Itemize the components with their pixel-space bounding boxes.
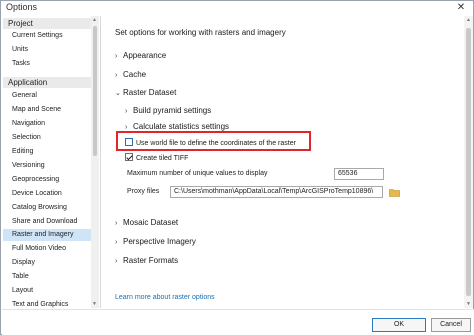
chevron-right-icon: ›	[115, 220, 118, 227]
learn-more-link[interactable]: Learn more about raster options	[115, 294, 215, 301]
sidebar-item-table[interactable]: Table	[3, 271, 92, 283]
sidebar-scrollbar[interactable]: ▲ ▼	[91, 16, 99, 308]
scroll-down-icon[interactable]: ▼	[92, 301, 97, 307]
chevron-right-icon: ›	[115, 258, 118, 265]
tiled-tiff-checkbox[interactable]	[125, 153, 133, 161]
section-label: Raster Dataset	[123, 88, 177, 97]
proxy-files-label: Proxy files	[127, 188, 160, 195]
chevron-right-icon: ›	[125, 124, 128, 131]
sidebar-group-project: Project	[3, 18, 92, 29]
highlight-box	[116, 131, 311, 151]
sidebar-item-map-and-scene[interactable]: Map and Scene	[3, 104, 92, 116]
max-unique-values-input[interactable]: 65536	[334, 168, 384, 180]
section-raster-formats[interactable]: › Raster Formats	[115, 256, 178, 265]
section-mosaic-dataset[interactable]: › Mosaic Dataset	[115, 218, 178, 227]
sidebar-item-text-and-graphics[interactable]: Text and Graphics	[3, 299, 92, 308]
chevron-down-icon: ⌄	[115, 90, 121, 97]
page-title: Set options for working with rasters and…	[115, 28, 286, 37]
scroll-up-icon[interactable]: ▲	[92, 17, 97, 23]
section-label: Build pyramid settings	[133, 106, 212, 115]
folder-icon[interactable]	[389, 188, 400, 197]
sidebar-scroll-thumb[interactable]	[93, 26, 97, 156]
section-label: Mosaic Dataset	[123, 218, 179, 227]
scroll-up-icon[interactable]: ▲	[466, 17, 471, 23]
ok-button[interactable]: OK	[372, 318, 426, 332]
sidebar-item-units[interactable]: Units	[3, 44, 92, 56]
section-label: Appearance	[123, 51, 167, 60]
main-panel: Set options for working with rasters and…	[101, 16, 473, 308]
sidebar-item-selection[interactable]: Selection	[3, 132, 92, 144]
sidebar-item-versioning[interactable]: Versioning	[3, 160, 92, 172]
chevron-right-icon: ›	[125, 108, 128, 115]
sidebar-item-geoprocessing[interactable]: Geoprocessing	[3, 174, 92, 186]
main-scroll-thumb[interactable]	[466, 28, 471, 296]
sidebar-item-navigation[interactable]: Navigation	[3, 118, 92, 130]
sidebar-nav: Project Current Settings Units Tasks App…	[2, 16, 99, 308]
tiled-tiff-checkbox-row[interactable]: Create tiled TIFF	[125, 153, 188, 162]
sidebar-item-general[interactable]: General	[3, 90, 92, 102]
chevron-right-icon: ›	[115, 239, 118, 246]
sidebar-item-catalog-browsing[interactable]: Catalog Browsing	[3, 202, 92, 214]
section-cache[interactable]: › Cache	[115, 70, 146, 79]
sidebar-item-display[interactable]: Display	[3, 257, 92, 269]
section-build-pyramid[interactable]: › Build pyramid settings	[125, 106, 211, 115]
section-raster-dataset[interactable]: ⌄ Raster Dataset	[115, 88, 176, 97]
sidebar-item-layout[interactable]: Layout	[3, 285, 92, 297]
sidebar-item-tasks[interactable]: Tasks	[3, 58, 92, 70]
section-label: Cache	[123, 70, 147, 79]
title-bar: Options ✕	[1, 1, 473, 15]
dialog-footer: OK Cancel	[2, 309, 474, 335]
scroll-down-icon[interactable]: ▼	[466, 301, 471, 307]
chevron-right-icon: ›	[115, 53, 118, 60]
section-appearance[interactable]: › Appearance	[115, 51, 166, 60]
sidebar-item-device-location[interactable]: Device Location	[3, 188, 92, 200]
options-dialog: Options ✕ Project Current Settings Units…	[0, 0, 474, 335]
section-label: Perspective Imagery	[123, 237, 196, 246]
sidebar-item-full-motion-video[interactable]: Full Motion Video	[3, 243, 92, 255]
window-title: Options	[6, 2, 38, 12]
max-unique-values-label: Maximum number of unique values to displ…	[127, 170, 268, 177]
sidebar-item-current-settings[interactable]: Current Settings	[3, 30, 92, 42]
section-calc-statistics[interactable]: › Calculate statistics settings	[125, 122, 229, 131]
tiled-tiff-label: Create tiled TIFF	[136, 155, 189, 162]
sidebar-item-share-and-download[interactable]: Share and Download	[3, 216, 92, 228]
chevron-right-icon: ›	[115, 72, 118, 79]
close-icon[interactable]: ✕	[455, 1, 467, 14]
sidebar-item-editing[interactable]: Editing	[3, 146, 92, 158]
main-scrollbar[interactable]: ▲ ▼	[464, 16, 473, 308]
section-perspective-imagery[interactable]: › Perspective Imagery	[115, 237, 196, 246]
sidebar-item-raster-and-imagery[interactable]: Raster and Imagery	[3, 229, 92, 241]
sidebar-group-application: Application	[3, 77, 92, 88]
cancel-button[interactable]: Cancel	[431, 318, 471, 332]
proxy-files-input[interactable]: C:\Users\mothman\AppData\Local\Temp\ArcG…	[170, 186, 383, 198]
section-label: Raster Formats	[123, 256, 179, 265]
section-label: Calculate statistics settings	[133, 122, 230, 131]
